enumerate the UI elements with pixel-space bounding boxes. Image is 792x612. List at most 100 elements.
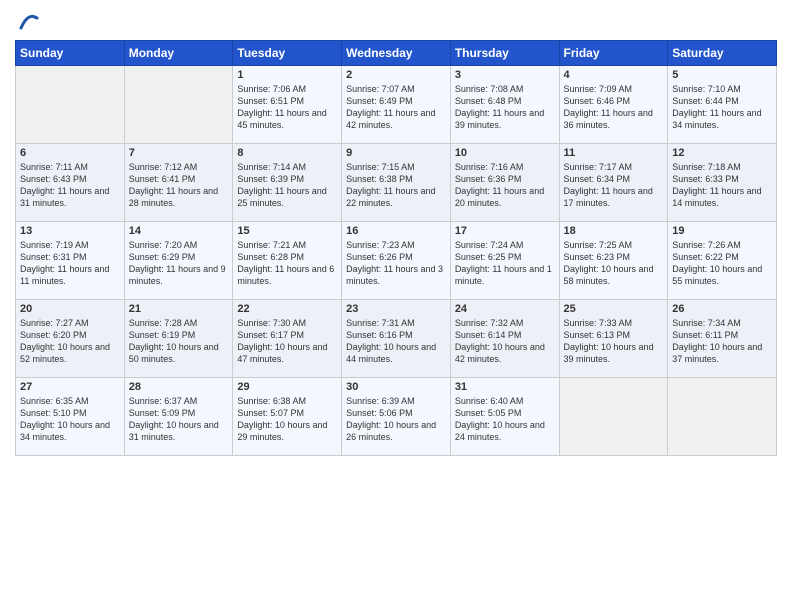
day-number: 30 [346, 381, 446, 393]
calendar-cell: 17 Sunrise: 7:24 AMSunset: 6:25 PMDayligh… [450, 222, 559, 300]
day-info: Sunrise: 7:27 AMSunset: 6:20 PMDaylight:… [20, 317, 120, 366]
day-number: 29 [237, 381, 337, 393]
day-info: Sunrise: 7:24 AMSunset: 6:25 PMDaylight:… [455, 239, 555, 288]
day-number: 21 [129, 303, 229, 315]
calendar-cell [124, 66, 233, 144]
logo [15, 10, 39, 32]
calendar-cell: 3 Sunrise: 7:08 AMSunset: 6:48 PMDaylight… [450, 66, 559, 144]
day-number: 4 [564, 69, 664, 81]
calendar-cell: 18Sunrise: 7:25 AMSunset: 6:23 PMDayligh… [559, 222, 668, 300]
day-number: 7 [129, 147, 229, 159]
header [15, 10, 777, 32]
calendar-page: SundayMondayTuesdayWednesdayThursdayFrid… [0, 0, 792, 612]
day-number: 10 [455, 147, 555, 159]
calendar-cell: 20 Sunrise: 7:27 AMSunset: 6:20 PMDayligh… [16, 300, 125, 378]
calendar-cell: 15 Sunrise: 7:21 AMSunset: 6:28 PMDayligh… [233, 222, 342, 300]
day-info: Sunrise: 6:35 AMSunset: 5:10 PMDaylight:… [20, 395, 120, 444]
calendar-cell: 6 Sunrise: 7:11 AMSunset: 6:43 PMDaylight… [16, 144, 125, 222]
calendar-cell [668, 378, 777, 456]
day-info: Sunrise: 7:11 AMSunset: 6:43 PMDaylight:… [20, 161, 120, 210]
logo-icon [17, 10, 39, 32]
calendar-cell: 10Sunrise: 7:16 AMSunset: 6:36 PMDayligh… [450, 144, 559, 222]
day-info: Sunrise: 7:26 AMSunset: 6:22 PMDaylight:… [672, 239, 772, 288]
day-info: Sunrise: 6:39 AMSunset: 5:06 PMDaylight:… [346, 395, 446, 444]
day-number: 27 [20, 381, 120, 393]
header-row: SundayMondayTuesdayWednesdayThursdayFrid… [16, 41, 777, 66]
day-info: Sunrise: 7:25 AMSunset: 6:23 PMDaylight:… [564, 239, 664, 288]
day-number: 26 [672, 303, 772, 315]
day-number: 24 [455, 303, 555, 315]
day-number: 12 [672, 147, 772, 159]
calendar-cell: 4 Sunrise: 7:09 AMSunset: 6:46 PMDaylight… [559, 66, 668, 144]
day-number: 11 [564, 147, 664, 159]
calendar-cell: 31 Sunrise: 6:40 AMSunset: 5:05 PMDayligh… [450, 378, 559, 456]
day-info: Sunrise: 7:09 AMSunset: 6:46 PMDaylight:… [564, 83, 664, 132]
day-info: Sunrise: 6:38 AMSunset: 5:07 PMDaylight:… [237, 395, 337, 444]
calendar-cell: 7 Sunrise: 7:12 AMSunset: 6:41 PMDaylight… [124, 144, 233, 222]
day-info: Sunrise: 7:10 AMSunset: 6:44 PMDaylight:… [672, 83, 772, 132]
calendar-cell: 26 Sunrise: 7:34 AMSunset: 6:11 PMDayligh… [668, 300, 777, 378]
day-info: Sunrise: 7:21 AMSunset: 6:28 PMDaylight:… [237, 239, 337, 288]
day-header-saturday: Saturday [668, 41, 777, 66]
day-number: 19 [672, 225, 772, 237]
calendar-cell: 2 Sunrise: 7:07 AMSunset: 6:49 PMDaylight… [342, 66, 451, 144]
day-number: 2 [346, 69, 446, 81]
week-row-4: 20 Sunrise: 7:27 AMSunset: 6:20 PMDayligh… [16, 300, 777, 378]
day-header-friday: Friday [559, 41, 668, 66]
calendar-cell: 8 Sunrise: 7:14 AMSunset: 6:39 PMDaylight… [233, 144, 342, 222]
day-info: Sunrise: 6:40 AMSunset: 5:05 PMDaylight:… [455, 395, 555, 444]
calendar-cell: 21Sunrise: 7:28 AMSunset: 6:19 PMDayligh… [124, 300, 233, 378]
day-number: 25 [564, 303, 664, 315]
day-number: 9 [346, 147, 446, 159]
day-header-sunday: Sunday [16, 41, 125, 66]
week-row-5: 27 Sunrise: 6:35 AMSunset: 5:10 PMDayligh… [16, 378, 777, 456]
week-row-1: 1 Sunrise: 7:06 AMSunset: 6:51 PMDaylight… [16, 66, 777, 144]
day-info: Sunrise: 7:07 AMSunset: 6:49 PMDaylight:… [346, 83, 446, 132]
day-info: Sunrise: 7:06 AMSunset: 6:51 PMDaylight:… [237, 83, 337, 132]
day-info: Sunrise: 7:08 AMSunset: 6:48 PMDaylight:… [455, 83, 555, 132]
calendar-cell: 27 Sunrise: 6:35 AMSunset: 5:10 PMDayligh… [16, 378, 125, 456]
day-info: Sunrise: 7:18 AMSunset: 6:33 PMDaylight:… [672, 161, 772, 210]
day-number: 17 [455, 225, 555, 237]
day-number: 3 [455, 69, 555, 81]
day-header-tuesday: Tuesday [233, 41, 342, 66]
day-info: Sunrise: 6:37 AMSunset: 5:09 PMDaylight:… [129, 395, 229, 444]
day-info: Sunrise: 7:34 AMSunset: 6:11 PMDaylight:… [672, 317, 772, 366]
week-row-2: 6 Sunrise: 7:11 AMSunset: 6:43 PMDaylight… [16, 144, 777, 222]
day-number: 20 [20, 303, 120, 315]
calendar-cell: 28 Sunrise: 6:37 AMSunset: 5:09 PMDayligh… [124, 378, 233, 456]
day-number: 1 [237, 69, 337, 81]
day-info: Sunrise: 7:23 AMSunset: 6:26 PMDaylight:… [346, 239, 446, 288]
calendar-cell: 13 Sunrise: 7:19 AMSunset: 6:31 PMDayligh… [16, 222, 125, 300]
calendar-cell [559, 378, 668, 456]
calendar-cell: 23 Sunrise: 7:31 AMSunset: 6:16 PMDayligh… [342, 300, 451, 378]
calendar-cell: 22Sunrise: 7:30 AMSunset: 6:17 PMDayligh… [233, 300, 342, 378]
day-number: 14 [129, 225, 229, 237]
day-info: Sunrise: 7:17 AMSunset: 6:34 PMDaylight:… [564, 161, 664, 210]
calendar-cell: 24Sunrise: 7:32 AMSunset: 6:14 PMDayligh… [450, 300, 559, 378]
day-info: Sunrise: 7:19 AMSunset: 6:31 PMDaylight:… [20, 239, 120, 288]
day-info: Sunrise: 7:33 AMSunset: 6:13 PMDaylight:… [564, 317, 664, 366]
calendar-cell: 25 Sunrise: 7:33 AMSunset: 6:13 PMDayligh… [559, 300, 668, 378]
day-number: 6 [20, 147, 120, 159]
day-number: 31 [455, 381, 555, 393]
day-info: Sunrise: 7:12 AMSunset: 6:41 PMDaylight:… [129, 161, 229, 210]
calendar-cell: 9Sunrise: 7:15 AMSunset: 6:38 PMDaylight… [342, 144, 451, 222]
calendar-cell: 16Sunrise: 7:23 AMSunset: 6:26 PMDayligh… [342, 222, 451, 300]
day-number: 5 [672, 69, 772, 81]
day-number: 22 [237, 303, 337, 315]
day-header-monday: Monday [124, 41, 233, 66]
day-number: 23 [346, 303, 446, 315]
calendar-table: SundayMondayTuesdayWednesdayThursdayFrid… [15, 40, 777, 456]
calendar-cell: 14 Sunrise: 7:20 AMSunset: 6:29 PMDayligh… [124, 222, 233, 300]
day-info: Sunrise: 7:31 AMSunset: 6:16 PMDaylight:… [346, 317, 446, 366]
day-header-thursday: Thursday [450, 41, 559, 66]
calendar-cell: 11 Sunrise: 7:17 AMSunset: 6:34 PMDayligh… [559, 144, 668, 222]
day-number: 8 [237, 147, 337, 159]
day-number: 28 [129, 381, 229, 393]
day-number: 13 [20, 225, 120, 237]
day-info: Sunrise: 7:20 AMSunset: 6:29 PMDaylight:… [129, 239, 229, 288]
calendar-cell: 12 Sunrise: 7:18 AMSunset: 6:33 PMDayligh… [668, 144, 777, 222]
day-info: Sunrise: 7:14 AMSunset: 6:39 PMDaylight:… [237, 161, 337, 210]
day-number: 15 [237, 225, 337, 237]
